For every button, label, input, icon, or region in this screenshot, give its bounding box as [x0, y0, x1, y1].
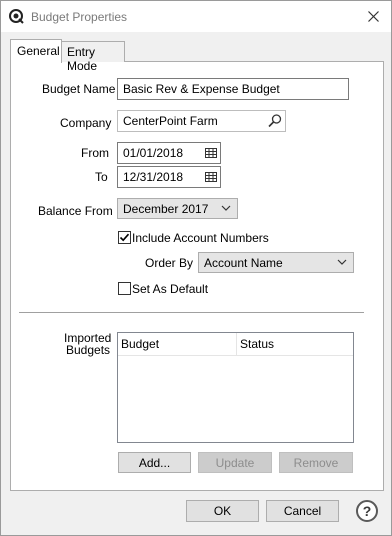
add-button[interactable]: Add... — [118, 452, 191, 473]
help-icon: ? — [362, 503, 372, 519]
to-label: To — [95, 170, 108, 184]
from-label: From — [81, 146, 109, 160]
close-icon — [367, 10, 379, 22]
tab-entry-mode[interactable]: Entry Mode — [61, 41, 125, 73]
calendar-icon[interactable] — [203, 169, 219, 185]
include-account-numbers-checkbox[interactable] — [118, 231, 131, 244]
company-label: Company — [60, 116, 112, 130]
budget-name-input[interactable]: Basic Rev & Expense Budget — [117, 78, 349, 100]
company-field[interactable]: CenterPoint Farm — [117, 110, 286, 132]
calendar-icon[interactable] — [203, 145, 219, 161]
order-by-label: Order By — [145, 256, 194, 270]
close-button[interactable] — [359, 4, 387, 28]
column-header-status[interactable]: Status — [237, 333, 353, 355]
imported-budgets-list[interactable]: Budget Status — [117, 332, 354, 443]
checkmark-icon — [119, 233, 130, 242]
section-divider — [19, 312, 364, 313]
set-as-default-checkbox[interactable] — [118, 282, 131, 295]
set-as-default-label[interactable]: Set As Default — [132, 282, 208, 296]
remove-button[interactable]: Remove — [279, 452, 353, 473]
order-by-select[interactable]: Account Name — [198, 252, 354, 273]
balance-from-value: December 2017 — [123, 202, 209, 216]
include-account-numbers-label[interactable]: Include Account Numbers — [132, 231, 269, 245]
imported-budgets-label-line2: Budgets — [66, 343, 111, 357]
chevron-down-icon — [221, 205, 231, 211]
tab-general[interactable]: General — [10, 39, 62, 63]
cancel-button[interactable]: Cancel — [266, 500, 339, 522]
title-bar: Budget Properties — [1, 1, 391, 32]
balance-from-label: Balance From — [38, 204, 113, 218]
column-header-budget[interactable]: Budget — [118, 333, 237, 355]
chevron-down-icon — [337, 259, 347, 265]
budget-name-label: Budget Name — [42, 82, 116, 96]
app-logo-icon — [9, 9, 24, 24]
order-by-value: Account Name — [204, 256, 283, 270]
search-icon[interactable] — [267, 113, 283, 129]
help-button[interactable]: ? — [356, 500, 378, 522]
list-header-divider — [118, 355, 353, 356]
window-title: Budget Properties — [31, 10, 128, 24]
update-button[interactable]: Update — [198, 452, 272, 473]
balance-from-select[interactable]: December 2017 — [117, 198, 238, 219]
ok-button[interactable]: OK — [186, 500, 259, 522]
budget-properties-dialog: Budget Properties General Entry Mode Bud… — [0, 0, 392, 536]
